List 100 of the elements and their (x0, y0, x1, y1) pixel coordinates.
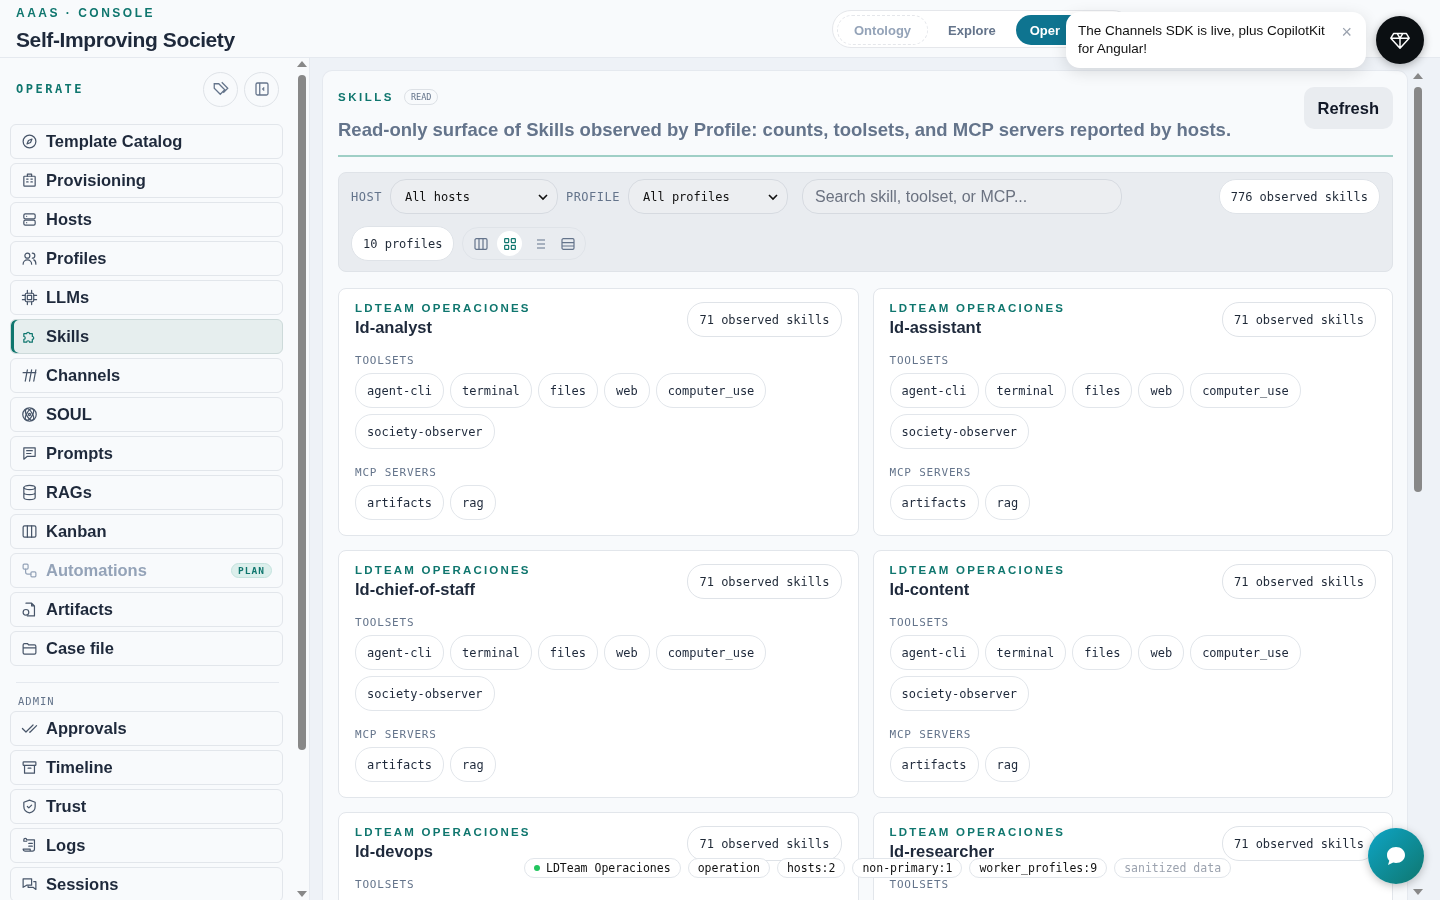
sidebar-item[interactable]: Template Catalog (10, 124, 283, 159)
toolset-chip: terminal (984, 635, 1067, 670)
toolset-chip: agent-cli (889, 373, 979, 408)
compass-icon (21, 133, 38, 150)
context-tag: non-primary:1 (852, 858, 963, 878)
toolset-chip: computer_use (1190, 635, 1301, 670)
chat-bubble-icon (1384, 844, 1408, 868)
profile-name: ld-content (889, 580, 971, 599)
toolset-chip: computer_use (1190, 373, 1301, 408)
sidebar-item[interactable]: Approvals (10, 711, 283, 746)
scroll-icon (21, 837, 38, 854)
profile-count: 10 profiles (351, 226, 455, 261)
sidebar-item[interactable]: Logs (10, 828, 283, 863)
section-label: MCP SERVERS (889, 466, 973, 479)
page-subtitle: Read-only surface of Skills observed by Profile: counts, toolsets, and MCP servers reported by hosts. (338, 119, 1233, 141)
org-label: LDTEAM OPERACIONES (889, 564, 1066, 576)
tag-button[interactable] (203, 71, 238, 107)
refresh-button[interactable]: Refresh (1303, 87, 1393, 129)
toolset-chip: society-observer (889, 676, 1030, 711)
toolset-chip: web (1138, 373, 1185, 408)
org-label: LDTEAM OPERACIONES (889, 302, 1066, 314)
mcp-server-chip: artifacts (355, 747, 445, 782)
section-label: OPERATE (16, 82, 86, 96)
toolset-chip: agent-cli (355, 635, 445, 670)
mcp-server-chip: rag (984, 485, 1031, 520)
toolset-chip: society-observer (355, 414, 495, 449)
message-icon (21, 445, 38, 462)
sidebar-item[interactable]: Provisioning (10, 163, 283, 198)
section-label: MCP SERVERS (355, 466, 438, 479)
context-tag: worker_profiles:9 (969, 858, 1108, 878)
archive-icon (21, 759, 38, 776)
section-label: TOOLSETS (355, 616, 416, 629)
skill-count: 71 observed skills (687, 826, 842, 861)
org-label: LDTEAM OPERACIONES (889, 826, 1066, 838)
grid-icon (502, 235, 518, 252)
sidebar-item[interactable]: Profiles (10, 241, 283, 276)
profile-name: ld-assistant (889, 318, 983, 337)
sidebar-item[interactable]: Timeline (10, 750, 283, 785)
toolset-chip: computer_use (655, 373, 767, 408)
section-label: TOOLSETS (889, 616, 950, 629)
sidebar-item[interactable]: Case file (10, 631, 283, 666)
section-label: ADMIN (17, 695, 56, 707)
toolset-chip: terminal (450, 373, 532, 408)
hash-icon (21, 367, 38, 384)
sidebar-item[interactable]: Sessions (10, 867, 283, 900)
section-label: TOOLSETS (355, 878, 416, 891)
database-icon (21, 484, 38, 501)
context-tag: LDTeam Operaciones (524, 858, 681, 878)
skill-count: 71 observed skills (1221, 564, 1376, 599)
toolset-chip: files (1072, 635, 1133, 670)
sidebar-item[interactable]: Trust (10, 789, 283, 824)
grid-view-button[interactable] (497, 231, 523, 256)
sidebar-item[interactable]: Channels (10, 358, 283, 393)
profile-name: ld-chief-of-staff (355, 580, 477, 599)
toolset-chip: agent-cli (889, 635, 979, 670)
toolset-chip: web (1138, 635, 1185, 670)
tag-icon (211, 80, 230, 98)
sidebar-item[interactable]: Kanban (10, 514, 283, 549)
sidebar-item[interactable]: Hosts (10, 202, 283, 237)
section-label: MCP SERVERS (355, 728, 438, 741)
sidebar-item[interactable]: LLMs (10, 280, 283, 315)
plan-badge: PLAN (231, 563, 272, 578)
collapse-sidebar-button[interactable] (244, 71, 279, 107)
chat-icon (21, 876, 38, 893)
profile-name: ld-devops (355, 842, 434, 861)
sidebar-item[interactable]: RAGs (10, 475, 283, 510)
toolset-chip: computer_use (655, 635, 767, 670)
toolset-chip: files (537, 635, 598, 670)
skill-count: 776 observed skills (1218, 179, 1380, 214)
toolset-chip: terminal (984, 373, 1067, 408)
sidebar-item[interactable]: Skills (10, 319, 283, 354)
nav-tab[interactable]: Explore (932, 15, 1012, 45)
folder-icon (21, 640, 38, 657)
workflow-icon (21, 562, 38, 579)
users-icon (21, 250, 38, 267)
toolset-chip: web (603, 373, 650, 408)
sidebar-item[interactable]: Artifacts (10, 592, 283, 627)
building-icon (21, 172, 38, 189)
shield-icon (21, 798, 38, 815)
sidebar-item[interactable]: SOUL (10, 397, 283, 432)
atom-icon (21, 406, 38, 423)
host-select[interactable]: All hosts (389, 179, 558, 214)
profile-name: ld-researcher (889, 842, 996, 861)
org-label: LDTEAM OPERACIONES (355, 302, 531, 314)
context-tag: operation (687, 858, 770, 878)
section-label: MCP SERVERS (889, 728, 973, 741)
toolset-chip: society-observer (355, 676, 495, 711)
mcp-server-chip: rag (984, 747, 1031, 782)
sidebar-item[interactable]: Prompts (10, 436, 283, 471)
page-eyebrow: SKILLS (338, 91, 394, 103)
mcp-server-chip: rag (450, 747, 496, 782)
columns-icon (21, 523, 38, 540)
toolset-chip: society-observer (889, 414, 1030, 449)
skill-count: 71 observed skills (687, 564, 842, 599)
skill-count: 71 observed skills (687, 302, 842, 337)
search-field[interactable]: Search skill, toolset, or MCP... (802, 179, 1122, 214)
profile-select[interactable]: All profiles (628, 179, 788, 214)
app-title: Self-Improving Society (16, 28, 235, 52)
context-tag: hosts:2 (776, 858, 846, 878)
context-tag: sanitized data (1114, 858, 1232, 878)
